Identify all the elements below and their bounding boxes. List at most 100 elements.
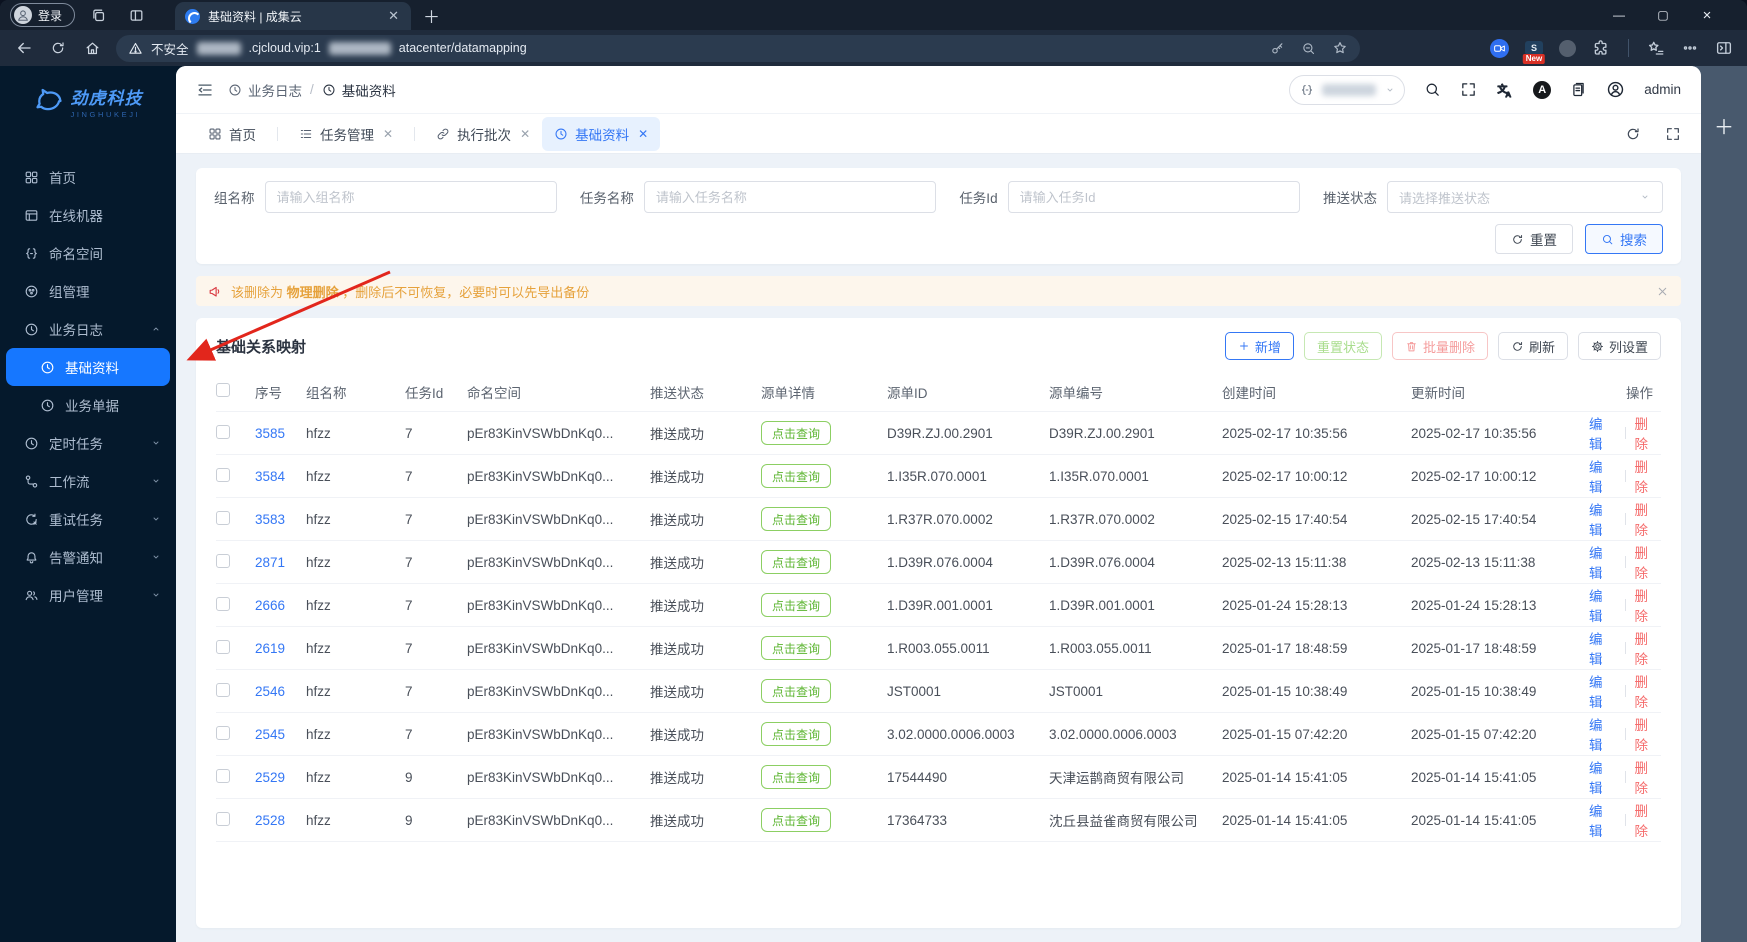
sidebar-item-business-doc[interactable]: 业务单据 [0, 386, 176, 424]
edit-link[interactable]: 编辑 [1589, 499, 1616, 539]
meeting-extension-icon[interactable] [1490, 38, 1509, 58]
content-fullscreen-icon[interactable] [1665, 126, 1681, 142]
edit-link[interactable]: 编辑 [1589, 413, 1616, 453]
edit-link[interactable]: 编辑 [1589, 542, 1616, 582]
delete-link[interactable]: 删除 [1634, 499, 1661, 539]
sidebar-collapse-icon[interactable] [196, 81, 214, 99]
delete-link[interactable]: 删除 [1634, 671, 1661, 711]
sidebar-item-online-machines[interactable]: 在线机器 [0, 196, 176, 234]
seq-link[interactable]: 3584 [255, 469, 285, 484]
address-bar[interactable]: 不安全 .cjcloud.vip:1 atacenter/datamapping [116, 34, 1360, 62]
query-detail-button[interactable]: 点击查询 [761, 679, 832, 703]
reset-button[interactable]: 重置 [1495, 224, 1573, 254]
theme-toggle-icon[interactable]: A [1533, 80, 1552, 99]
query-detail-button[interactable]: 点击查询 [761, 464, 832, 488]
tab-base-data[interactable]: 基础资料 ✕ [542, 116, 661, 151]
seq-link[interactable]: 2546 [255, 684, 285, 699]
edit-link[interactable]: 编辑 [1589, 671, 1616, 711]
row-checkbox[interactable] [216, 811, 230, 826]
edit-link[interactable]: 编辑 [1589, 714, 1616, 754]
row-checkbox[interactable] [216, 682, 230, 697]
row-checkbox[interactable] [216, 725, 230, 740]
query-detail-button[interactable]: 点击查询 [761, 550, 832, 574]
edit-link[interactable]: 编辑 [1589, 757, 1616, 797]
delete-link[interactable]: 删除 [1634, 628, 1661, 668]
delete-link[interactable]: 删除 [1634, 456, 1661, 496]
sidebar-item-workflow[interactable]: 工作流 [0, 462, 176, 500]
seq-link[interactable]: 2666 [255, 598, 285, 613]
sidebar-item-user-mgmt[interactable]: 用户管理 [0, 576, 176, 614]
seq-link[interactable]: 2871 [255, 555, 285, 570]
password-key-icon[interactable] [1270, 41, 1285, 56]
row-checkbox[interactable] [216, 768, 230, 783]
refresh-tab-icon[interactable] [1625, 126, 1641, 142]
banner-close-icon[interactable] [1656, 285, 1669, 298]
sidebar-item-group-mgmt[interactable]: 组管理 [0, 272, 176, 310]
window-close-button[interactable]: × [1685, 0, 1729, 30]
namespace-select[interactable] [1289, 74, 1406, 105]
sidebar-item-alert-notice[interactable]: 告警通知 [0, 538, 176, 576]
seq-link[interactable]: 2619 [255, 641, 285, 656]
back-icon[interactable] [8, 34, 40, 62]
row-checkbox[interactable] [216, 596, 230, 611]
edit-link[interactable]: 编辑 [1589, 456, 1616, 496]
edit-link[interactable]: 编辑 [1589, 585, 1616, 625]
sidebar-item-namespace[interactable]: 命名空间 [0, 234, 176, 272]
extensions-puzzle-icon[interactable] [1592, 39, 1610, 57]
favorite-star-icon[interactable] [1332, 40, 1348, 56]
docs-icon[interactable] [1570, 81, 1587, 98]
delete-link[interactable]: 删除 [1634, 714, 1661, 754]
row-checkbox[interactable] [216, 467, 230, 482]
query-detail-button[interactable]: 点击查询 [761, 636, 832, 660]
task-id-input[interactable] [1007, 181, 1300, 213]
query-detail-button[interactable]: 点击查询 [761, 507, 832, 531]
tab-close-icon[interactable]: ✕ [638, 127, 648, 141]
search-icon[interactable] [1424, 81, 1441, 98]
window-maximize-button[interactable]: ▢ [1641, 0, 1685, 30]
seq-link[interactable]: 2529 [255, 770, 285, 785]
query-detail-button[interactable]: 点击查询 [761, 722, 832, 746]
sidebar-item-cron-task[interactable]: 定时任务 [0, 424, 176, 462]
sidebar-item-business-log[interactable]: 业务日志 [0, 310, 176, 348]
window-minimize-button[interactable]: — [1597, 0, 1641, 30]
delete-link[interactable]: 删除 [1634, 757, 1661, 797]
breadcrumb-item[interactable]: 业务日志 [228, 80, 302, 100]
home-icon[interactable] [76, 34, 108, 62]
delete-link[interactable]: 删除 [1634, 542, 1661, 582]
delete-link[interactable]: 删除 [1634, 800, 1661, 840]
query-detail-button[interactable]: 点击查询 [761, 765, 832, 789]
new-tab-button[interactable]: ＋ [423, 3, 440, 28]
sidebar-panel-icon[interactable] [1715, 39, 1733, 57]
tab-close-icon[interactable]: ✕ [520, 127, 530, 141]
group-name-input[interactable] [264, 181, 557, 213]
new-extension-icon[interactable]: S New [1522, 41, 1546, 64]
browser-profile-chip[interactable]: 登录 [10, 3, 76, 27]
edit-link[interactable]: 编辑 [1589, 800, 1616, 840]
row-checkbox[interactable] [216, 639, 230, 654]
favorites-bar-icon[interactable] [1647, 39, 1665, 57]
translate-icon[interactable] [1496, 81, 1514, 99]
push-status-select[interactable]: 请选择推送状态 [1386, 181, 1663, 213]
user-avatar-icon[interactable] [1606, 80, 1625, 99]
tab-close-icon[interactable]: ✕ [386, 8, 401, 24]
query-detail-button[interactable]: 点击查询 [761, 421, 832, 445]
query-detail-button[interactable]: 点击查询 [761, 593, 832, 617]
refresh-button[interactable]: 刷新 [1497, 332, 1568, 360]
column-setting-button[interactable]: 列设置 [1577, 332, 1661, 360]
sidebar-item-base-data[interactable]: 基础资料 [6, 348, 170, 386]
row-checkbox[interactable] [216, 553, 230, 568]
tab-close-icon[interactable]: ✕ [383, 127, 393, 141]
sidebar-item-retry-task[interactable]: 重试任务 [0, 500, 176, 538]
workspaces-icon[interactable] [83, 3, 113, 27]
zoom-out-icon[interactable] [1301, 41, 1316, 56]
query-detail-button[interactable]: 点击查询 [761, 808, 832, 832]
seq-link[interactable]: 3585 [255, 426, 285, 441]
tab-actions-icon[interactable] [121, 3, 151, 27]
sidebar-item-home[interactable]: 首页 [0, 158, 176, 196]
reset-state-button[interactable]: 重置状态 [1303, 332, 1382, 360]
tab-exec-batch[interactable]: 执行批次 ✕ [424, 117, 542, 151]
add-button[interactable]: 新增 [1224, 332, 1294, 360]
tab-task-mgmt[interactable]: 任务管理 ✕ [287, 117, 405, 151]
tab-home[interactable]: 首页 [196, 117, 268, 151]
more-menu-icon[interactable] [1681, 39, 1699, 57]
